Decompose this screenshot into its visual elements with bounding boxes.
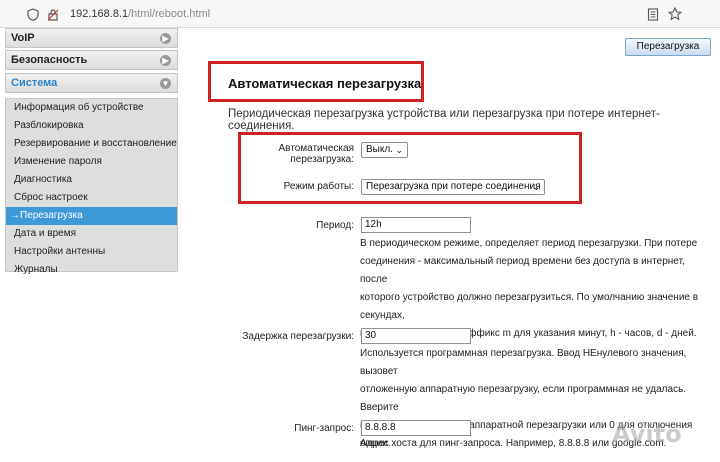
ping-label: Пинг-запрос: <box>294 423 354 434</box>
sidebar-section-label: Система <box>11 77 58 89</box>
label-line: перезагрузка: <box>290 154 354 165</box>
sidebar-item-logs[interactable]: Журналы <box>6 261 177 279</box>
sidebar-item-antenna[interactable]: Настройки антенны <box>6 243 177 261</box>
page-intro: Периодическая перезагрузка устройства ил… <box>228 108 660 132</box>
period-description: В периодическом режиме, определяет перио… <box>360 235 710 343</box>
auto-reboot-label: Автоматическая перезагрузка: <box>250 143 354 165</box>
sidebar-section-system[interactable]: Система ▼ <box>5 73 178 93</box>
sidebar-item-device-info[interactable]: Информация об устройстве <box>6 99 177 117</box>
url-path: /html/reboot.html <box>128 8 211 20</box>
sidebar-item-date-time[interactable]: Дата и время <box>6 225 177 243</box>
sidebar-section-voip[interactable]: VoIP ▶ <box>5 28 178 48</box>
sidebar-list: Информация об устройстве Разблокировка Р… <box>5 98 178 275</box>
ping-input[interactable]: 8.8.8.8 <box>361 420 471 436</box>
delay-input[interactable]: 30 <box>361 328 471 344</box>
shield-icon[interactable] <box>26 7 40 21</box>
desc-line: соединения - максимальный период времени… <box>360 256 685 285</box>
sidebar-section-label: VoIP <box>11 32 35 44</box>
chevron-down-icon: ⌄ <box>395 145 403 155</box>
sidebar-section-label: Безопасность <box>11 54 88 66</box>
desc-line: которого устройство должно перезагрузить… <box>360 292 699 321</box>
sidebar-item-unlock[interactable]: Разблокировка <box>6 117 177 135</box>
insecure-lock-icon[interactable] <box>46 7 60 21</box>
mode-label: Режим работы: <box>283 181 354 192</box>
sidebar-item-label: Изменение пароля <box>14 156 102 167</box>
select-value: Перезагрузка при потере соединения <box>366 181 541 192</box>
sidebar-item-label: Разблокировка <box>14 120 84 131</box>
auto-reboot-select[interactable]: Выкл. ⌄ <box>361 142 408 158</box>
sidebar-item-diagnostics[interactable]: Диагностика <box>6 171 177 189</box>
expand-icon: ▶ <box>160 33 171 44</box>
select-value: Выкл. <box>366 144 393 155</box>
sidebar-item-label: Информация об устройстве <box>14 102 144 113</box>
watermark-logo: Avito <box>612 420 682 448</box>
address-bar[interactable]: 192.168.8.1/html/reboot.html <box>70 8 210 20</box>
arrow-icon: → <box>10 210 20 221</box>
period-label: Период: <box>316 220 354 231</box>
chevron-down-icon: ⌄ <box>532 182 540 192</box>
expand-icon: ▶ <box>160 55 171 66</box>
sidebar-item-label: Перезагрузка <box>20 210 83 221</box>
reboot-button[interactable]: Перезагрузка <box>625 38 711 56</box>
sidebar-item-change-password[interactable]: Изменение пароля <box>6 153 177 171</box>
sidebar-item-reboot[interactable]: →Перезагрузка <box>6 207 177 225</box>
url-host: 192.168.8.1 <box>70 8 129 20</box>
reader-view-icon[interactable] <box>646 7 660 21</box>
delay-label: Задержка перезагрузки: <box>242 331 354 342</box>
collapse-icon: ▼ <box>160 78 171 89</box>
desc-line: отложенную аппаратную перезагрузку, если… <box>360 384 687 413</box>
sidebar-item-label: Настройки антенны <box>14 246 106 257</box>
sidebar-item-backup[interactable]: Резервирование и восстановление <box>6 135 177 153</box>
bookmark-star-icon[interactable] <box>668 7 682 21</box>
sidebar-item-label: Сброс настроек <box>14 192 88 203</box>
label-line: Автоматическая <box>278 143 354 154</box>
sidebar-item-label: Дата и время <box>14 228 77 239</box>
mode-select[interactable]: Перезагрузка при потере соединения ⌄ <box>361 179 545 195</box>
browser-toolbar: 192.168.8.1/html/reboot.html <box>0 0 720 28</box>
sidebar-item-label: Журналы <box>14 264 58 275</box>
sidebar-item-label: Диагностика <box>14 174 72 185</box>
sidebar-section-security[interactable]: Безопасность ▶ <box>5 50 178 70</box>
desc-line: В периодическом режиме, определяет перио… <box>360 238 698 249</box>
sidebar-item-factory-reset[interactable]: Сброс настроек <box>6 189 177 207</box>
desc-line: Используется программная перезагрузка. В… <box>360 348 687 377</box>
sidebar: VoIP ▶ Безопасность ▶ Система ▼ Информац… <box>5 28 178 275</box>
sidebar-item-label: Резервирование и восстановление <box>14 138 177 149</box>
page-title: Автоматическая перезагрузка <box>228 76 422 91</box>
period-input[interactable]: 12h <box>361 217 471 233</box>
